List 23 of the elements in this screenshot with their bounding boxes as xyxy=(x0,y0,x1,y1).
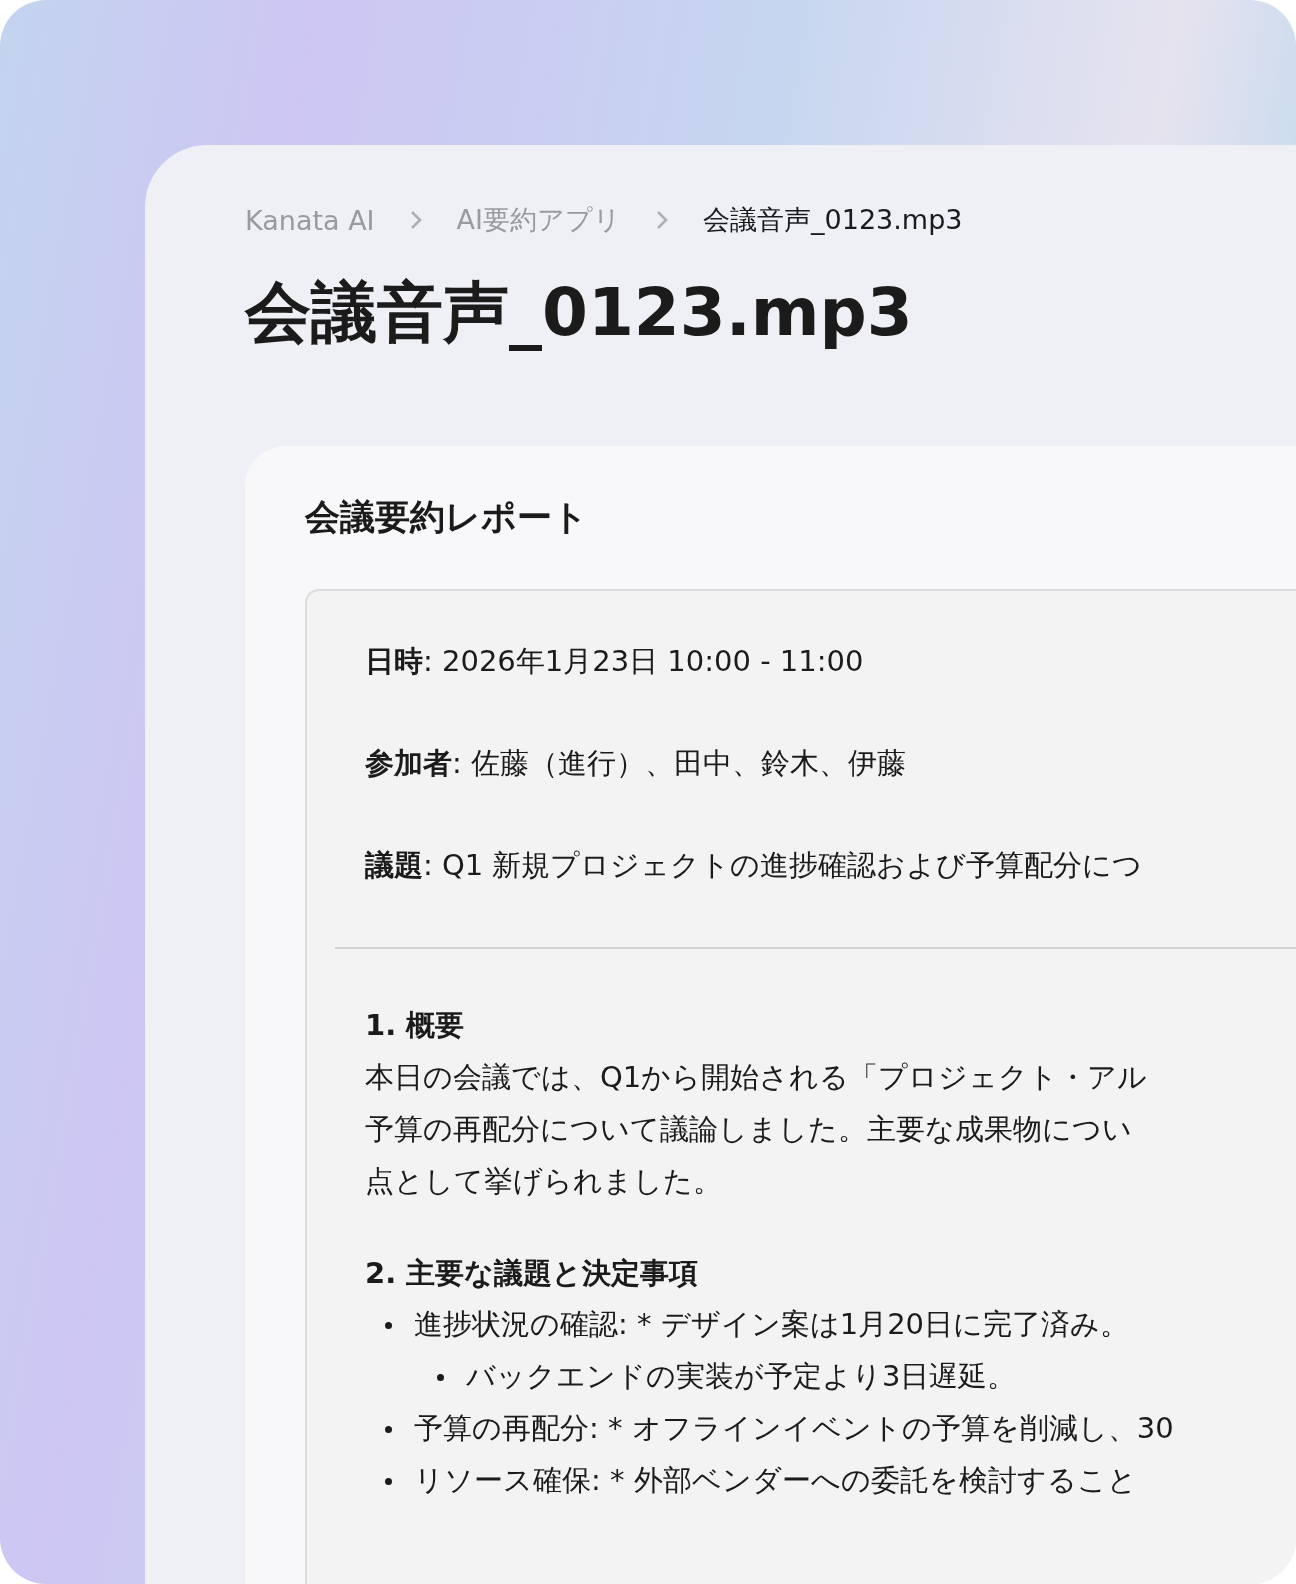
meta-line: 参加者: 佐藤（進行）、田中、鈴木、伊藤 xyxy=(365,745,907,782)
paragraph-line: 点として挙げられました。 xyxy=(365,1163,723,1200)
breadcrumb-link[interactable]: AI要約アプリ xyxy=(456,202,622,238)
section-heading: 1. 概要 xyxy=(365,1007,466,1044)
paragraph-line: 本日の会議では、Q1から開始される「プロジェクト・アル xyxy=(365,1059,1149,1096)
bullet-text: バックエンドの実装が予定より3日遅延。 xyxy=(466,1358,1017,1395)
bullet-text: 進捗状況の確認: * デザイン案は1月20日に完了済み。 xyxy=(414,1306,1130,1343)
chevron-right-icon xyxy=(655,209,670,231)
bullet-text: リソース確保: * 外部ベンダーへの委託を検討すること xyxy=(414,1462,1137,1499)
chevron-right-icon xyxy=(408,209,423,231)
meta-line: 日時: 2026年1月23日 10:00 - 11:00 xyxy=(365,643,865,680)
breadcrumb-link[interactable]: 会議音声_0123.mp3 xyxy=(703,202,963,238)
bullet-dot xyxy=(385,1477,392,1485)
bullet-dot xyxy=(385,1425,392,1433)
paragraph-line: 予算の再配分について議論しました。主要な成果物につい xyxy=(365,1111,1133,1148)
card-title: 会議要約レポート xyxy=(305,496,589,539)
breadcrumb-link[interactable]: Kanata AI xyxy=(245,204,375,236)
bullet-dot xyxy=(385,1321,392,1329)
meta-line: 議題: Q1 新規プロジェクトの進捗確認および予算配分につ xyxy=(365,847,1144,884)
page-title: 会議音声_0123.mp3 xyxy=(245,273,914,353)
bullet-text: 予算の再配分: * オフラインイベントの予算を削減し、30 xyxy=(414,1410,1174,1447)
section-heading: 2. 主要な議題と決定事項 xyxy=(365,1255,700,1292)
bullet-dot xyxy=(437,1373,444,1381)
